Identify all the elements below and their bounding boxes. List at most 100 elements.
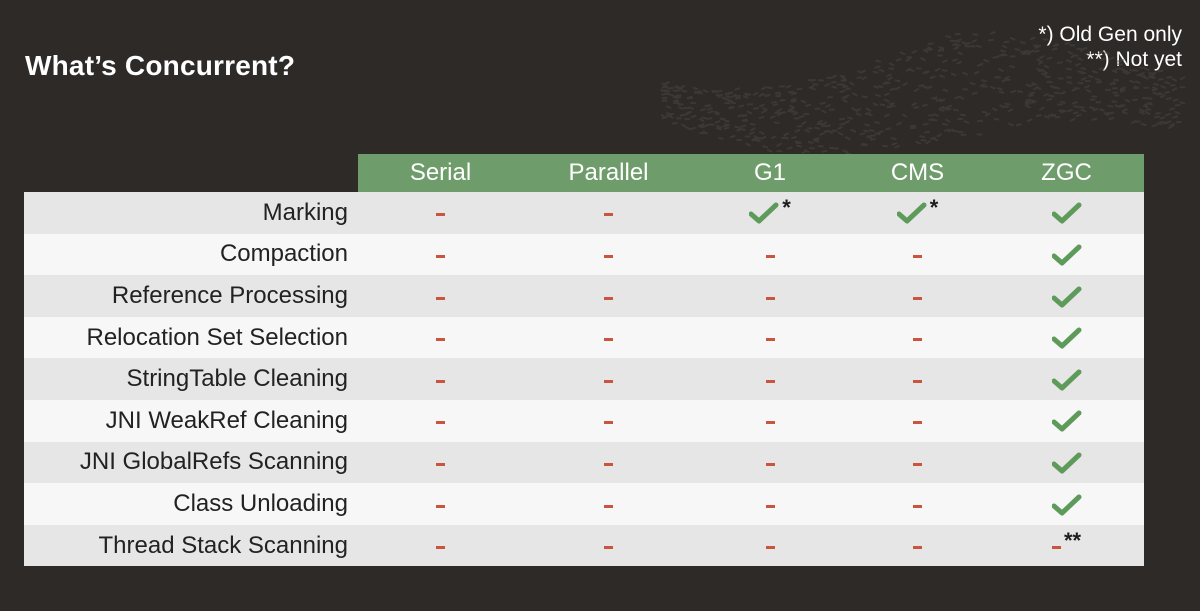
dash-icon: [765, 504, 775, 508]
row-label: Compaction: [24, 233, 358, 276]
row-label: Relocation Set Selection: [24, 316, 358, 359]
dash-icon: [765, 463, 775, 467]
dash-icon: [1051, 546, 1061, 550]
dash-icon: [436, 463, 445, 467]
dash-icon: [436, 421, 445, 425]
check-icon: [1051, 244, 1081, 266]
dash-icon: [913, 504, 922, 508]
check-icon: [1051, 369, 1081, 391]
col-header-g1: G1: [694, 154, 846, 192]
cell-zgc: **: [989, 524, 1144, 567]
footnote-mark: *: [782, 195, 791, 221]
row-label: Reference Processing: [24, 275, 358, 317]
cell-zgc: [989, 358, 1144, 400]
table-row: Marking * *: [24, 192, 1144, 234]
decorative-texture: [660, 31, 1186, 156]
dash-icon: [913, 338, 922, 342]
dash-icon: [436, 379, 445, 383]
footnote-mark: **: [1063, 528, 1082, 554]
cell-g1: [694, 399, 846, 442]
cell-cms: *: [846, 192, 989, 234]
dash-icon: [604, 421, 613, 425]
slide-title: What’s Concurrent?: [25, 50, 296, 81]
dash-icon: [913, 546, 922, 550]
dash-icon: [913, 463, 922, 467]
dash-icon: [436, 213, 445, 217]
cell-serial: [358, 192, 523, 234]
check-icon: [1051, 327, 1081, 349]
cell-cms: [846, 316, 989, 359]
dash-icon: [765, 296, 775, 300]
cell-g1: *: [694, 192, 846, 234]
cell-cms: [846, 358, 989, 400]
cell-serial: [358, 399, 523, 442]
dash-icon: [436, 255, 445, 259]
cell-serial: [358, 524, 523, 567]
cell-parallel: [523, 192, 694, 234]
cell-serial: [358, 441, 523, 484]
dash-icon: [436, 504, 445, 508]
cell-g1: [694, 483, 846, 525]
dash-icon: [913, 255, 922, 259]
cell-g1: [694, 316, 846, 359]
cell-cms: [846, 441, 989, 484]
cell-serial: [358, 483, 523, 525]
cell-g1: [694, 358, 846, 400]
dash-icon: [604, 296, 613, 300]
dash-icon: [604, 546, 613, 550]
cell-zgc: [989, 399, 1144, 442]
cell-g1: [694, 275, 846, 317]
row-label: Marking: [24, 192, 358, 234]
cell-g1: [694, 524, 846, 567]
footnote-mark: *: [929, 195, 939, 221]
check-icon: [1051, 202, 1081, 224]
table-header-row: Serial Parallel G1 CMS ZGC: [24, 154, 1144, 192]
check-icon: [749, 202, 779, 224]
dash-icon: [765, 338, 775, 342]
cell-zgc: [989, 275, 1144, 317]
row-label: Class Unloading: [24, 483, 358, 525]
dash-icon: [913, 421, 922, 425]
check-icon: [1051, 410, 1081, 432]
table-row: JNI GlobalRefs Scanning: [24, 441, 1144, 484]
dash-icon: [604, 338, 613, 342]
table-row: Class Unloading: [24, 483, 1144, 525]
cell-parallel: [523, 524, 694, 567]
row-label: StringTable Cleaning: [24, 358, 358, 400]
col-header-cms: CMS: [846, 154, 989, 192]
dash-icon: [436, 338, 445, 342]
col-header-zgc: ZGC: [989, 154, 1144, 192]
table-row: Thread Stack Scanning **: [24, 524, 1144, 567]
col-header-parallel: Parallel: [523, 154, 694, 192]
cell-zgc: [989, 441, 1144, 484]
row-label: JNI GlobalRefs Scanning: [24, 441, 358, 484]
cell-parallel: [523, 358, 694, 400]
cell-zgc: [989, 316, 1144, 359]
cell-cms: [846, 524, 989, 567]
row-label: Thread Stack Scanning: [24, 524, 358, 567]
dash-icon: [604, 379, 613, 383]
cell-parallel: [523, 399, 694, 442]
cell-cms: [846, 275, 989, 317]
cell-parallel: [523, 316, 694, 359]
cell-parallel: [523, 275, 694, 317]
row-label: JNI WeakRef Cleaning: [24, 399, 358, 442]
dash-icon: [913, 379, 922, 383]
cell-parallel: [523, 233, 694, 276]
cell-zgc: [989, 483, 1144, 525]
check-icon: [1051, 452, 1081, 474]
cell-cms: [846, 233, 989, 276]
dash-icon: [604, 504, 613, 508]
table-row: Relocation Set Selection: [24, 316, 1144, 359]
dash-icon: [604, 463, 613, 467]
dash-icon: [765, 379, 775, 383]
table-row: Compaction: [24, 233, 1144, 276]
dash-icon: [436, 546, 445, 550]
cell-cms: [846, 483, 989, 525]
check-icon: [1051, 494, 1081, 516]
table-row: StringTable Cleaning: [24, 358, 1144, 400]
dash-icon: [765, 421, 775, 425]
cell-cms: [846, 399, 989, 442]
dash-icon: [765, 546, 775, 550]
cell-parallel: [523, 441, 694, 484]
